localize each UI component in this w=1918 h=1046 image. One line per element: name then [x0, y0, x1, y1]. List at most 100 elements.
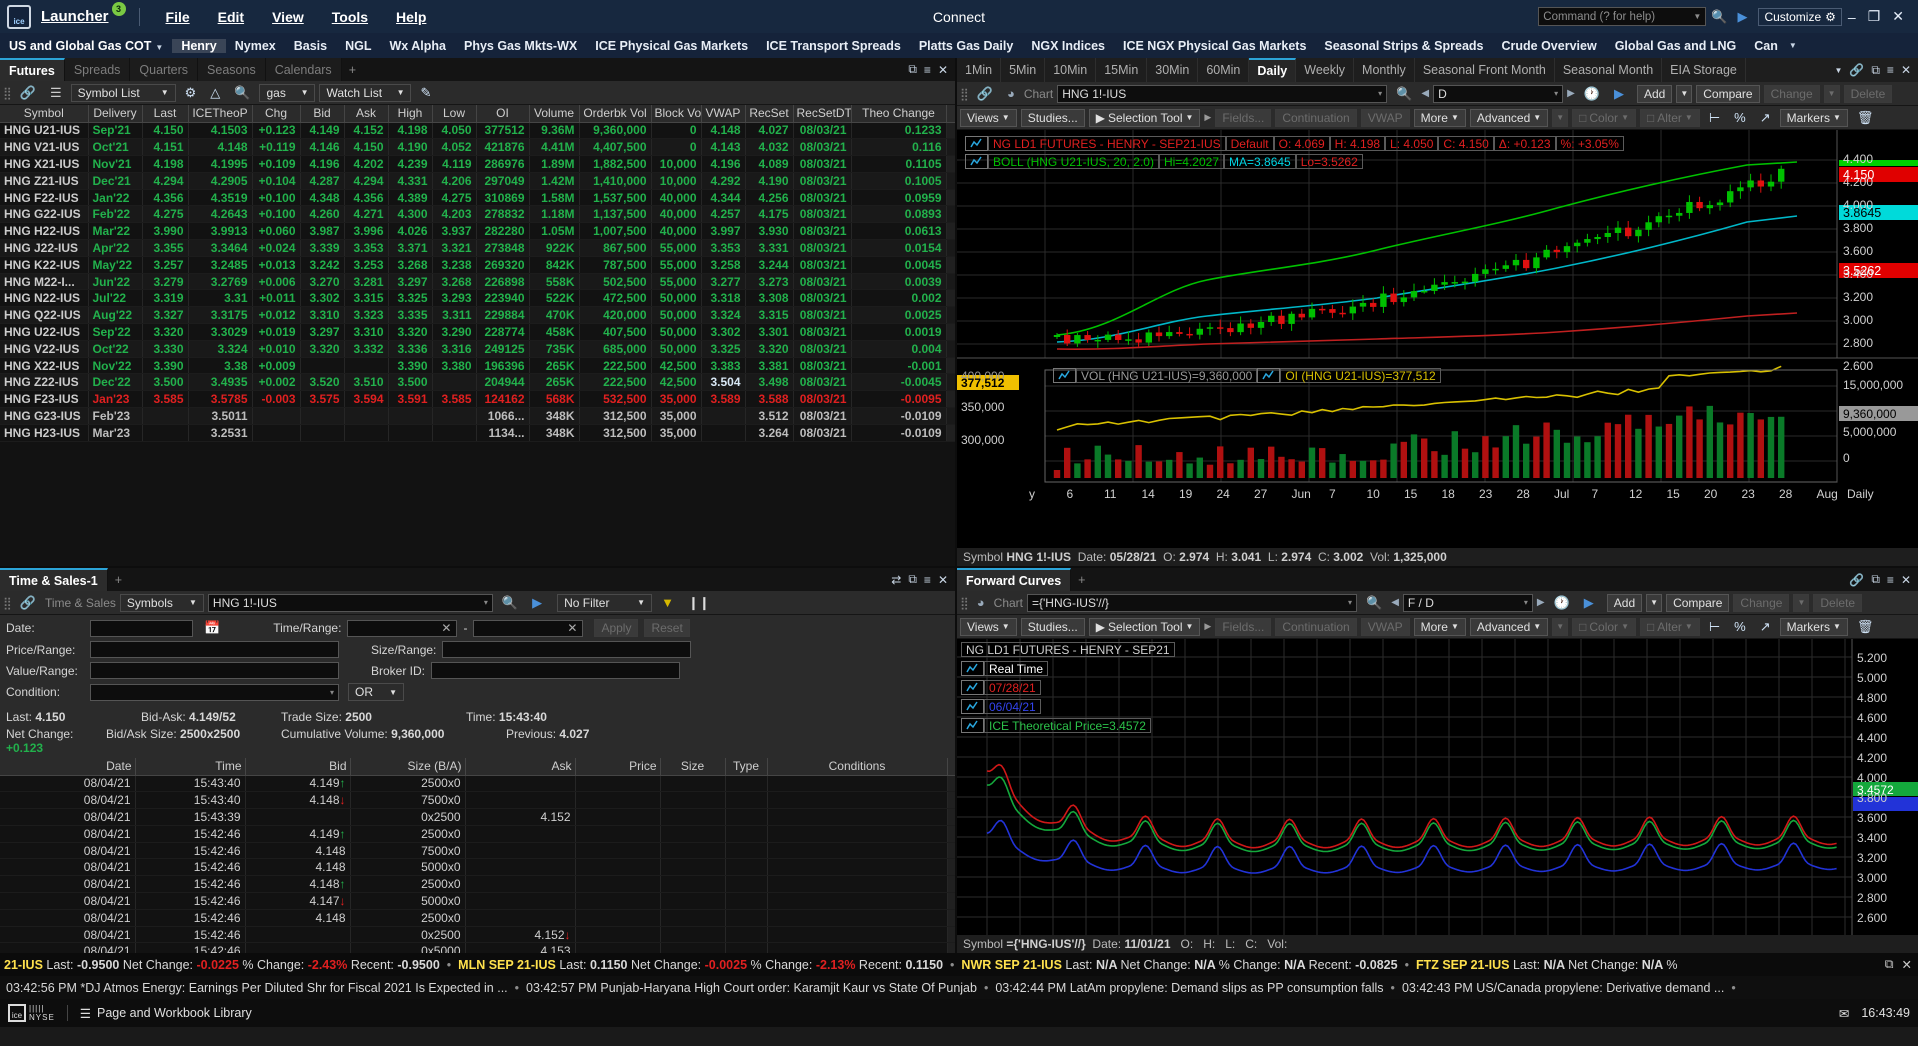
futures-col-15[interactable]: RecSetDT	[793, 105, 852, 123]
list-item[interactable]: 08/04/21 15:42:46 4.149↑ 2500x0	[0, 825, 955, 843]
table-row[interactable]: HNG U22-IUS Sep'22 3.320 3.3029 +0.019 3.297 3…	[0, 323, 955, 341]
continuation-button[interactable]: Continuation	[1275, 108, 1357, 127]
link-icon[interactable]: 🔗	[1849, 573, 1864, 587]
table-row[interactable]: HNG V22-IUS Oct'22 3.330 3.324 +0.010 3.320 3.…	[0, 340, 955, 358]
fc-advanced-extra-caret[interactable]: ▼	[1552, 617, 1569, 636]
ts-col-2[interactable]: Bid	[245, 758, 351, 776]
value-range-field[interactable]	[90, 662, 339, 679]
clock-icon[interactable]: 🕐	[1584, 86, 1600, 102]
table-row[interactable]: HNG Z21-IUS Dec'21 4.294 4.2905 +0.104 4.287 4…	[0, 172, 955, 190]
expand-icon[interactable]: ▶	[1204, 621, 1211, 632]
vwap-button[interactable]: VWAP	[1360, 108, 1410, 127]
crosshair-icon[interactable]: ⊢	[1709, 110, 1720, 126]
symbol-input[interactable]: HNG 1!-IUS ▾	[207, 593, 493, 612]
ts-col-5[interactable]: Price	[575, 758, 661, 776]
ts-col-6[interactable]: Size	[660, 758, 726, 776]
apply-button[interactable]: Apply	[594, 619, 639, 637]
table-row[interactable]: HNG H22-IUS Mar'22 3.990 3.9913 +0.060 3.987 3…	[0, 222, 955, 241]
popout-icon[interactable]: ⧉	[908, 572, 917, 587]
fc-more-button[interactable]: More ▼	[1413, 617, 1466, 636]
tab-calendars[interactable]: Calendars	[265, 58, 342, 81]
table-row[interactable]: HNG X21-IUS Nov'21 4.198 4.1995 +0.109 4.196 4…	[0, 155, 955, 173]
table-row[interactable]: HNG K22-IUS May'22 3.257 3.2485 +0.013 3.242 3…	[0, 256, 955, 274]
add-button[interactable]: Add	[1636, 84, 1673, 103]
advanced-button[interactable]: Advanced ▼	[1469, 108, 1549, 127]
tf-60min[interactable]: 60Min	[1198, 58, 1250, 82]
add-tab-button[interactable]: +	[342, 58, 363, 81]
ts-col-4[interactable]: Ask	[465, 758, 576, 776]
play-icon[interactable]: ▶	[1584, 595, 1594, 611]
popout-icon[interactable]: ⧉	[908, 62, 917, 77]
condition-operator-dropdown[interactable]: OR ▼	[348, 683, 404, 701]
tab-quarters[interactable]: Quarters	[130, 58, 199, 81]
workspace-tab-platts[interactable]: Platts Gas Daily	[910, 39, 1023, 53]
workspace-tab-ice-transport[interactable]: ICE Transport Spreads	[757, 39, 910, 53]
interval-dropdown[interactable]: D ▾	[1433, 84, 1564, 103]
link-icon[interactable]: 🔗	[20, 85, 36, 101]
clock-icon[interactable]: 🕐	[1554, 595, 1570, 611]
add-tab-button[interactable]: +	[1071, 568, 1092, 591]
date-field[interactable]	[90, 619, 193, 637]
ts-col-1[interactable]: Time	[135, 758, 246, 776]
menu-file[interactable]: File	[166, 9, 190, 25]
percent-icon[interactable]: %	[1734, 110, 1746, 125]
table-row[interactable]: HNG V21-IUS Oct'21 4.151 4.148 +0.119 4.146 4.…	[0, 138, 955, 157]
news-ticker-bar[interactable]: 03:42:56 PM *DJ Atmos Energy: Earnings P…	[0, 976, 1918, 999]
quote-ticker-bar[interactable]: 21-IUS Last: -0.9500 Net Change: -0.0225…	[0, 953, 1918, 976]
popout-icon[interactable]: ⧉	[1871, 63, 1880, 78]
ticker-quote[interactable]: MLN SEP 21-IUS Last: 0.1150 Net Change: …	[458, 958, 943, 972]
watch-list-dropdown[interactable]: Watch List ▼	[319, 83, 412, 102]
color-button[interactable]: □ Color ▼	[1572, 108, 1636, 127]
futures-col-12[interactable]: Block Vol	[651, 105, 702, 123]
menu-icon[interactable]: ≡	[1887, 573, 1894, 587]
table-row[interactable]: HNG X22-IUS Nov'22 3.390 3.38 +0.009 3.390 3.3…	[0, 357, 955, 375]
futures-col-0[interactable]: Symbol	[0, 105, 89, 123]
workspace-tab-ice-physical[interactable]: ICE Physical Gas Markets	[586, 39, 757, 53]
add-tab-button[interactable]: +	[108, 568, 129, 591]
tab-spreads[interactable]: Spreads	[64, 58, 131, 81]
search-scope-dropdown[interactable]: gas ▼	[259, 83, 316, 102]
play-icon[interactable]: ▶	[1614, 86, 1624, 102]
workspace-tab-ngx-indices[interactable]: NGX Indices	[1022, 39, 1114, 53]
tf-5min[interactable]: 5Min	[1001, 58, 1046, 82]
link-icon[interactable]: 🔗	[20, 595, 36, 611]
time-from-field[interactable]: ✕	[347, 619, 458, 637]
library-link[interactable]: Page and Workbook Library	[97, 1006, 252, 1020]
ticker-close-icon[interactable]: ✕	[1902, 957, 1912, 972]
pause-icon[interactable]: ❙❙	[688, 595, 710, 611]
customize-button[interactable]: Customize ⚙	[1758, 7, 1842, 26]
table-row[interactable]: HNG Q22-IUS Aug'22 3.327 3.3175 +0.012 3.310 3…	[0, 306, 955, 325]
delete-button[interactable]: Delete	[1843, 84, 1893, 103]
workspace-tab-ice-ngx[interactable]: ICE NGX Physical Gas Markets	[1114, 39, 1315, 53]
news-item[interactable]: 03:42:43 PM US/Canada propylene: Derivat…	[1402, 981, 1724, 995]
list-item[interactable]: 08/04/21 15:42:46 4.148 2500x0	[0, 909, 955, 927]
prev-icon[interactable]: ◀	[1391, 597, 1399, 608]
search-icon[interactable]: 🔍	[1366, 595, 1382, 611]
restore-button[interactable]: ❐	[1868, 8, 1881, 25]
close-icon[interactable]: ✕	[938, 63, 948, 77]
search-icon[interactable]: 🔍	[1396, 86, 1412, 102]
fc-symbol-input[interactable]: ={'HNG-IUS'//} ▾	[1027, 593, 1357, 612]
fc-studies-button[interactable]: Studies...	[1020, 617, 1085, 636]
more-button[interactable]: More ▼	[1413, 108, 1466, 127]
table-row[interactable]: HNG H23-IUS Mar'23 3.2531 1134... 348K 312,50…	[0, 424, 955, 442]
futures-col-1[interactable]: Delivery	[88, 105, 143, 123]
list-item[interactable]: 08/04/21 15:43:40 4.148↓ 7500x0	[0, 791, 955, 810]
news-item[interactable]: 03:42:56 PM *DJ Atmos Energy: Earnings P…	[6, 981, 508, 995]
workspace-tab-phys-gas[interactable]: Phys Gas Mkts-WX	[455, 39, 586, 53]
launcher-button[interactable]: Launcher	[41, 8, 109, 25]
fc-compare-button[interactable]: Compare	[1666, 593, 1730, 612]
menu-edit[interactable]: Edit	[218, 9, 244, 25]
reset-button[interactable]: Reset	[644, 619, 690, 637]
list-item[interactable]: 08/04/21 15:43:39 0x2500 4.152	[0, 808, 955, 826]
workspace-tab-crude[interactable]: Crude Overview	[1493, 39, 1606, 53]
futures-col-16[interactable]: Theo Change	[851, 105, 947, 123]
tf-30min[interactable]: 30Min	[1147, 58, 1199, 82]
command-input[interactable]: Command (? for help) ▼	[1538, 7, 1707, 26]
search-icon[interactable]: 🔍	[234, 85, 250, 101]
ticker-quote[interactable]: 21-IUS Last: -0.9500 Net Change: -0.0225…	[4, 958, 440, 972]
edit-pencil-icon[interactable]: ✎	[420, 85, 431, 101]
selection-tool-button[interactable]: ▶ Selection Tool ▼	[1088, 108, 1201, 127]
futures-col-6[interactable]: Ask	[344, 105, 389, 123]
time-to-field[interactable]: ✕	[473, 619, 584, 637]
